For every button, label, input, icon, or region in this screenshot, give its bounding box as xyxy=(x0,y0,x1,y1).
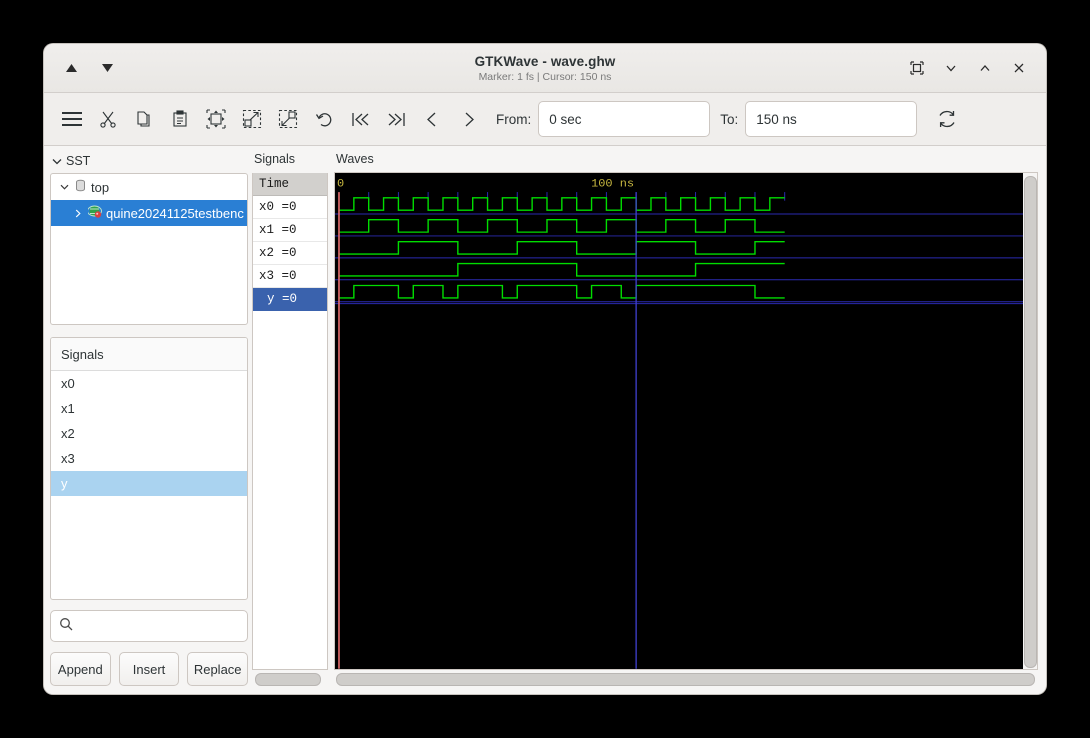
reload-icon[interactable] xyxy=(929,101,965,137)
search-input[interactable] xyxy=(79,617,239,635)
search-field[interactable] xyxy=(50,610,248,642)
wave-names-header: Signals xyxy=(254,152,295,166)
sst-tree: top quine20241125testbenc xyxy=(50,173,248,325)
minimize-icon[interactable] xyxy=(942,59,960,77)
module-icon xyxy=(74,179,87,195)
titlebar-title-block: GTKWave - wave.ghw Marker: 1 fs | Cursor… xyxy=(44,44,1046,92)
tree-item-top-label: top xyxy=(91,179,110,195)
wave-canvas-header: Waves xyxy=(336,152,374,166)
wave-names-list: Time x0 =0 x1 =0 x2 =0 x3 =0 y =0 xyxy=(252,173,328,670)
names-hscrollbar[interactable] xyxy=(252,672,328,686)
go-prev-icon[interactable] xyxy=(414,101,450,137)
zoom-out-icon[interactable] xyxy=(270,101,306,137)
menu-icon[interactable] xyxy=(54,101,90,137)
signal-picker-item-label: x1 xyxy=(61,401,75,416)
svg-text:100 ns: 100 ns xyxy=(591,177,634,191)
titlebar-window-buttons xyxy=(908,59,1046,77)
picker-button-row: Append Insert Replace xyxy=(50,652,249,686)
close-icon[interactable] xyxy=(1010,59,1028,77)
wave-canvas-column: Waves 0 100 ns xyxy=(328,152,1038,686)
to-input[interactable]: 150 ns xyxy=(745,101,918,137)
wave-row-x1[interactable]: x1 =0 xyxy=(253,219,327,242)
tree-item-testbench-label: quine20241125testbenc xyxy=(106,205,244,221)
wave-row-x0[interactable]: x0 =0 xyxy=(253,196,327,219)
signal-picker-item-label: x0 xyxy=(61,376,75,391)
list-item[interactable]: x2 xyxy=(51,421,247,446)
list-item[interactable]: y xyxy=(51,471,247,496)
triangle-up-icon[interactable] xyxy=(60,57,82,79)
wave-canvas-frame: 0 100 ns xyxy=(334,172,1038,670)
wave-row-time: Time xyxy=(253,173,327,196)
wave-vscrollbar[interactable] xyxy=(1023,173,1037,669)
wave-vscrollbar-thumb[interactable] xyxy=(1023,176,1037,668)
zoom-in-icon[interactable] xyxy=(234,101,270,137)
restore-icon[interactable] xyxy=(908,59,926,77)
gtkwave-window: GTKWave - wave.ghw Marker: 1 fs | Cursor… xyxy=(44,44,1046,694)
triangle-down-icon[interactable] xyxy=(96,57,118,79)
tree-item-testbench[interactable]: quine20241125testbenc xyxy=(51,200,247,226)
main-toolbar: From: 0 sec To: 150 ns xyxy=(44,93,1046,146)
replace-button[interactable]: Replace xyxy=(187,652,249,686)
signal-picker-item-label: y xyxy=(61,476,68,491)
from-label: From: xyxy=(496,111,532,127)
go-last-icon[interactable] xyxy=(378,101,414,137)
wave-row-y[interactable]: y =0 xyxy=(253,288,327,311)
paste-icon[interactable] xyxy=(162,101,198,137)
left-pane: SST top quine20241125testbenc Signals x0… xyxy=(44,146,252,694)
chevron-down-icon[interactable] xyxy=(57,184,71,190)
sst-header[interactable]: SST xyxy=(50,152,248,170)
signal-picker-list: x0 x1 x2 x3 y xyxy=(51,371,247,599)
waveform-plot[interactable]: 0 100 ns xyxy=(335,173,1023,669)
chevron-right-icon[interactable] xyxy=(71,209,85,218)
search-icon xyxy=(59,617,73,636)
cut-icon[interactable] xyxy=(90,101,126,137)
list-item[interactable]: x1 xyxy=(51,396,247,421)
list-item[interactable]: x0 xyxy=(51,371,247,396)
signal-picker-item-label: x2 xyxy=(61,426,75,441)
insert-button[interactable]: Insert xyxy=(118,652,180,686)
wave-panel: Signals Time x0 =0 x1 =0 x2 =0 x3 =0 y =… xyxy=(252,152,1038,686)
wave-hscrollbar-thumb[interactable] xyxy=(336,672,1035,686)
signal-picker: Signals x0 x1 x2 x3 y xyxy=(50,337,248,600)
titlebar-left-controls xyxy=(44,57,118,79)
zoom-fit-icon[interactable] xyxy=(198,101,234,137)
chevron-down-icon xyxy=(52,152,62,170)
wave-row-x3[interactable]: x3 =0 xyxy=(253,265,327,288)
tree-item-top[interactable]: top xyxy=(51,174,247,200)
screen-root: GTKWave - wave.ghw Marker: 1 fs | Cursor… xyxy=(0,0,1090,738)
signal-picker-header: Signals xyxy=(51,338,247,371)
names-hscrollbar-thumb[interactable] xyxy=(255,672,321,686)
window-title: GTKWave - wave.ghw xyxy=(474,53,616,69)
wave-row-x2[interactable]: x2 =0 xyxy=(253,242,327,265)
to-value: 150 ns xyxy=(756,111,797,127)
wave-names-column: Signals Time x0 =0 x1 =0 x2 =0 x3 =0 y =… xyxy=(252,152,328,686)
from-value: 0 sec xyxy=(549,111,582,127)
go-next-icon[interactable] xyxy=(450,101,486,137)
undo-icon[interactable] xyxy=(306,101,342,137)
to-label: To: xyxy=(720,111,739,127)
titlebar: GTKWave - wave.ghw Marker: 1 fs | Cursor… xyxy=(44,44,1046,93)
window-body: SST top quine20241125testbenc Signals x0… xyxy=(44,146,1046,694)
window-subtitle: Marker: 1 fs | Cursor: 150 ns xyxy=(478,70,612,83)
wave-canvas[interactable]: 0 100 ns xyxy=(335,173,1023,669)
from-input[interactable]: 0 sec xyxy=(538,101,711,137)
list-item[interactable]: x3 xyxy=(51,446,247,471)
append-button[interactable]: Append xyxy=(50,652,111,686)
copy-icon[interactable] xyxy=(126,101,162,137)
wave-hscrollbar[interactable] xyxy=(334,672,1038,686)
instance-icon xyxy=(87,205,102,222)
right-pane: Signals Time x0 =0 x1 =0 x2 =0 x3 =0 y =… xyxy=(252,146,1046,694)
go-first-icon[interactable] xyxy=(342,101,378,137)
signal-picker-item-label: x3 xyxy=(61,451,75,466)
svg-text:0: 0 xyxy=(337,177,344,191)
maximize-icon[interactable] xyxy=(976,59,994,77)
sst-header-label: SST xyxy=(66,154,91,168)
